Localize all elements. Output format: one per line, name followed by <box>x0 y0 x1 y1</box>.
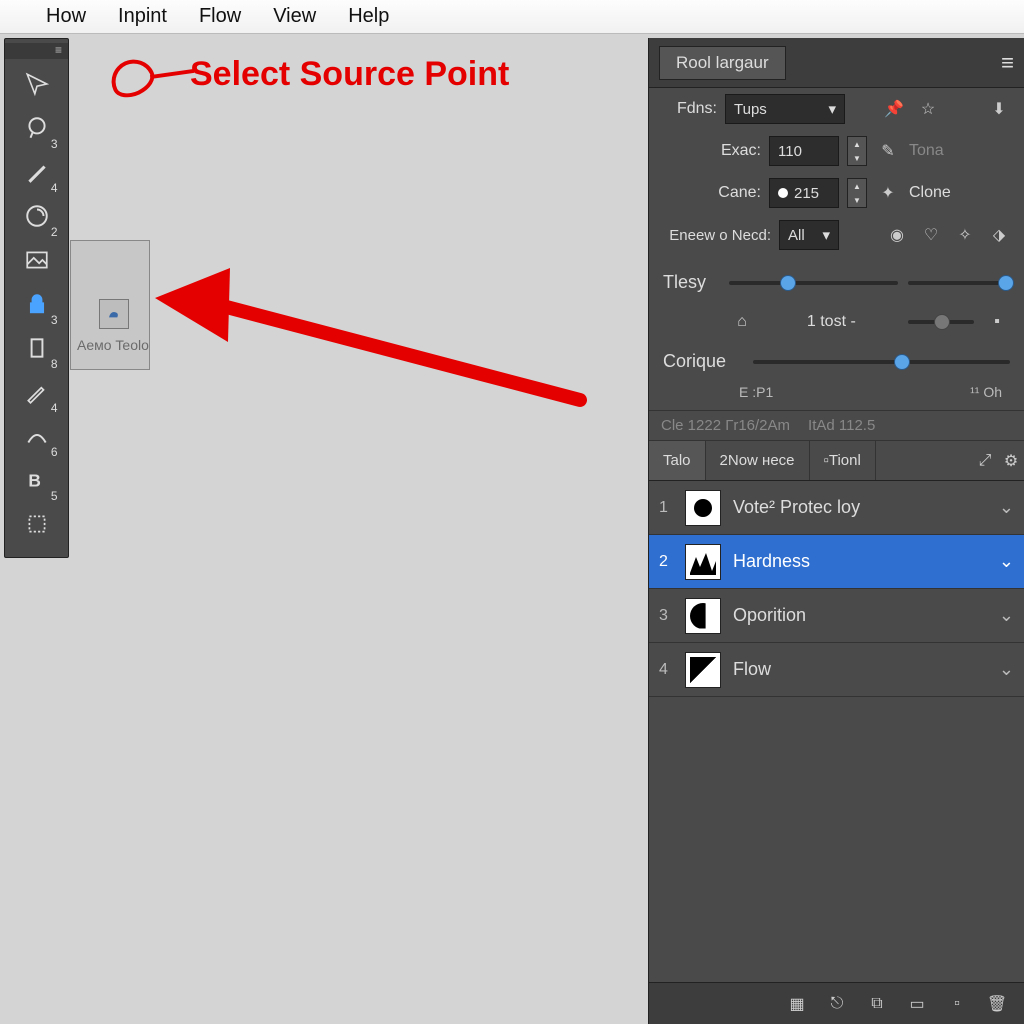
sparkle-icon[interactable]: ✦ <box>875 180 901 206</box>
flyout-label: Aемо Teolo <box>77 337 149 353</box>
toolbox: 3 4 2 3 8 4 6 B5 <box>4 38 69 558</box>
oh-label: ¹¹ Oh <box>970 384 1002 400</box>
pencil-tool[interactable]: 4 <box>10 371 64 413</box>
menu-how[interactable]: How <box>46 5 86 28</box>
tag-icon[interactable]: ⬗ <box>986 222 1012 248</box>
cane-field[interactable]: 215 <box>769 178 839 208</box>
layer-thumb <box>685 544 721 580</box>
tost-label: 1 tost - <box>765 313 898 331</box>
download-icon[interactable]: ⬇ <box>986 96 1012 122</box>
shield-icon[interactable]: ♡ <box>918 222 944 248</box>
annotation-arrow <box>140 250 600 450</box>
tab-talo[interactable]: Talo <box>649 441 706 480</box>
chevron-down-icon[interactable]: ⌄ <box>999 659 1014 680</box>
tab-tionl[interactable]: ▫ Tionl <box>810 441 876 480</box>
tool-flyout: Aемо Teolo <box>70 240 150 370</box>
eye-icon[interactable]: ◉ <box>884 222 910 248</box>
new-icon[interactable]: ▫ <box>946 993 968 1015</box>
eneew-select[interactable]: All▾ <box>779 220 839 250</box>
tlesy-slider[interactable] <box>729 281 898 285</box>
bucket-tool[interactable]: 8 <box>10 327 64 369</box>
run-icon[interactable]: ⚙ <box>998 448 1024 474</box>
drop-icon[interactable]: ⌂ <box>729 309 755 335</box>
clone-tool[interactable]: 2 <box>10 195 64 237</box>
status-line: Cle 1222 Гr16/2AmItAd 112.5 <box>649 410 1024 441</box>
exec-side: Tona <box>909 142 944 160</box>
layer-thumb <box>685 490 721 526</box>
tlesy-label: Tlesy <box>663 272 719 293</box>
image-tool[interactable] <box>10 239 64 281</box>
exec-label: Exac: <box>661 142 761 160</box>
brush-tool[interactable]: 4 <box>10 151 64 193</box>
cane-side: Clone <box>909 184 951 202</box>
eneew-label: Eneew o Necd: <box>661 227 771 244</box>
tab-now[interactable]: 2Now нece <box>706 441 810 480</box>
layers-list: 1 Vote² Protec loy ⌄ 2 Hardness ⌄ 3 Opor… <box>649 481 1024 697</box>
chevron-down-icon[interactable]: ⌄ <box>999 551 1014 572</box>
ep-label: E :P1 <box>739 384 773 400</box>
flyout-tool-icon[interactable] <box>99 299 129 329</box>
pin-icon[interactable]: 📌 <box>881 96 907 122</box>
text-tool[interactable]: B5 <box>10 459 64 501</box>
fdns-label: Fdns: <box>661 100 717 118</box>
corique-label: Corique <box>663 351 743 372</box>
square-icon[interactable]: ▪ <box>984 309 1010 335</box>
chevron-down-icon[interactable]: ⌄ <box>999 605 1014 626</box>
star2-icon[interactable]: ✧ <box>952 222 978 248</box>
mid-slider[interactable] <box>908 320 974 324</box>
cane-label: Cane: <box>661 184 761 202</box>
menu-view[interactable]: View <box>273 5 316 28</box>
panel-bottombar: ▦ ⎋ ⧉ ▭ ▫ 🗑 <box>649 982 1024 1024</box>
layer-row[interactable]: 1 Vote² Protec loy ⌄ <box>649 481 1024 535</box>
annotation-label: Select Source Point <box>190 55 509 94</box>
toolbox-handle[interactable] <box>5 43 68 59</box>
menubar: How Inpint Flow View Help <box>0 0 1024 34</box>
exec-stepper[interactable]: ▲▼ <box>847 136 867 166</box>
properties-panel: Rool largaur ≡ Fdns: Tups▾ 📌 ☆ ⬇ Exac: 1… <box>648 38 1024 1024</box>
panel-menu-icon[interactable]: ≡ <box>1001 50 1014 76</box>
expand-icon[interactable]: ⤢ <box>972 448 998 474</box>
layer-row[interactable]: 3 Oporition ⌄ <box>649 589 1024 643</box>
star-icon[interactable]: ☆ <box>915 96 941 122</box>
menu-inpint[interactable]: Inpint <box>118 5 167 28</box>
copy-icon[interactable]: ⧉ <box>866 993 888 1015</box>
tlesy-slider-2[interactable] <box>908 281 1010 285</box>
arrow-tool[interactable] <box>10 63 64 105</box>
menu-flow[interactable]: Flow <box>199 5 241 28</box>
lock-tool[interactable]: 3 <box>10 283 64 325</box>
layer-thumb <box>685 598 721 634</box>
grid-icon[interactable]: ▦ <box>786 993 808 1015</box>
layer-thumb <box>685 652 721 688</box>
layer-row[interactable]: 2 Hardness ⌄ <box>649 535 1024 589</box>
brush-icon[interactable]: ✎ <box>875 138 901 164</box>
layer-row[interactable]: 4 Flow ⌄ <box>649 643 1024 697</box>
trash-icon[interactable]: 🗑 <box>986 993 1008 1015</box>
path-tool[interactable]: 6 <box>10 415 64 457</box>
panel-tab[interactable]: Rool largaur <box>659 46 786 80</box>
corique-slider[interactable] <box>753 360 1010 364</box>
crop-tool[interactable] <box>10 503 64 545</box>
svg-text:B: B <box>28 471 41 491</box>
link-icon[interactable]: ⎋ <box>826 993 848 1015</box>
chevron-down-icon[interactable]: ⌄ <box>999 497 1014 518</box>
folder-icon[interactable]: ▭ <box>906 993 928 1015</box>
fdns-select[interactable]: Tups▾ <box>725 94 845 124</box>
annotation-connector <box>150 69 194 79</box>
menu-help[interactable]: Help <box>348 5 389 28</box>
cane-stepper[interactable]: ▲▼ <box>847 178 867 208</box>
lasso-tool[interactable]: 3 <box>10 107 64 149</box>
exec-field[interactable]: 110 <box>769 136 839 166</box>
